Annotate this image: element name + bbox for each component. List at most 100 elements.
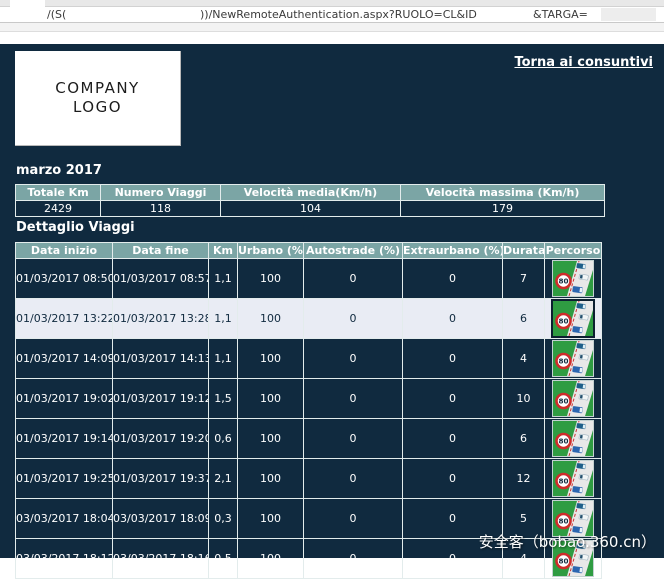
cell-percorso: 80 <box>545 259 602 299</box>
svg-text:80: 80 <box>558 317 568 326</box>
cell-data-fine: 03/03/2017 18:09 <box>113 499 209 539</box>
cell-data-fine: 01/03/2017 19:12 <box>113 379 209 419</box>
cell-urbano: 100 <box>238 299 304 339</box>
summary-value: 118 <box>101 201 221 217</box>
summary-value: 179 <box>401 201 605 217</box>
cell-data-inizio: 03/03/2017 18:04 <box>16 499 113 539</box>
cell-autostrade: 0 <box>304 459 403 499</box>
svg-text:80: 80 <box>558 357 568 366</box>
cell-autostrade: 0 <box>304 379 403 419</box>
logo-line-1: COMPANY <box>55 79 139 99</box>
route-map-icon[interactable]: 80 <box>552 380 594 417</box>
table-row: 01/03/2017 19:1401/03/2017 19:200,610000… <box>16 419 602 459</box>
cell-durata: 12 <box>503 459 545 499</box>
summary-value: 104 <box>221 201 401 217</box>
cell-km: 0,5 <box>209 539 238 579</box>
cell-data-inizio: 01/03/2017 14:09 <box>16 339 113 379</box>
summary-value: 2429 <box>16 201 101 217</box>
cell-urbano: 100 <box>238 339 304 379</box>
route-map-icon[interactable]: 80 <box>551 299 595 338</box>
browser-top-strip <box>0 0 664 7</box>
cell-extraurbano: 0 <box>403 379 503 419</box>
route-map-thumbnail: 80 <box>553 381 593 416</box>
route-map-thumbnail: 80 <box>553 301 593 336</box>
trips-column-header: Percorso <box>545 243 602 259</box>
browser-bottom-strip <box>0 32 664 42</box>
cell-durata: 6 <box>503 419 545 459</box>
route-map-thumbnail: 80 <box>553 261 593 296</box>
svg-text:80: 80 <box>558 517 568 526</box>
summary-column-header: Velocità massima (Km/h) <box>401 185 605 201</box>
logo-line-2: LOGO <box>73 98 122 118</box>
trips-column-header: Km <box>209 243 238 259</box>
cell-extraurbano: 0 <box>403 299 503 339</box>
cell-autostrade: 0 <box>304 419 403 459</box>
route-map-icon[interactable]: 80 <box>552 340 594 377</box>
address-bar[interactable]: /(S( ))/NewRemoteAuthentication.aspx?RUO… <box>0 7 664 23</box>
table-row: 01/03/2017 08:5001/03/2017 08:571,110000… <box>16 259 602 299</box>
summary-column-header: Totale Km <box>16 185 101 201</box>
browser-chrome: /(S( ))/NewRemoteAuthentication.aspx?RUO… <box>0 0 664 44</box>
watermark: 安全客（bobao.360.cn） <box>479 531 656 552</box>
route-map-icon[interactable]: 80 <box>552 460 594 497</box>
cell-extraurbano: 0 <box>403 419 503 459</box>
cell-data-inizio: 01/03/2017 13:22 <box>16 299 113 339</box>
browser-tab-remnant <box>10 0 45 7</box>
cell-autostrade: 0 <box>304 539 403 579</box>
cell-data-fine: 01/03/2017 19:37 <box>113 459 209 499</box>
url-redaction-box <box>601 8 656 21</box>
cell-percorso: 80 <box>545 339 602 379</box>
cell-extraurbano: 0 <box>403 259 503 299</box>
cell-data-fine: 03/03/2017 18:16 <box>113 539 209 579</box>
summary-header-row: Totale KmNumero ViaggiVelocità media(Km/… <box>16 185 605 201</box>
cell-autostrade: 0 <box>304 259 403 299</box>
trips-table: Data inizioData fineKmUrbano (%)Autostra… <box>15 242 602 579</box>
cell-durata: 10 <box>503 379 545 419</box>
cell-urbano: 100 <box>238 539 304 579</box>
route-map-thumbnail: 80 <box>553 341 593 376</box>
trips-column-header: Data inizio <box>16 243 113 259</box>
cell-data-inizio: 01/03/2017 08:50 <box>16 259 113 299</box>
cell-urbano: 100 <box>238 259 304 299</box>
cell-percorso: 80 <box>545 299 602 339</box>
table-row: 01/03/2017 19:0201/03/2017 19:121,510000… <box>16 379 602 419</box>
svg-text:80: 80 <box>558 397 568 406</box>
summary-value-row: 2429118104179 <box>16 201 605 217</box>
cell-percorso: 80 <box>545 419 602 459</box>
period-title: marzo 2017 <box>16 163 102 178</box>
summary-column-header: Numero Viaggi <box>101 185 221 201</box>
cell-urbano: 100 <box>238 459 304 499</box>
cell-autostrade: 0 <box>304 339 403 379</box>
report-page: COMPANY LOGO Torna ai consuntivi marzo 2… <box>0 44 664 558</box>
cell-data-inizio: 03/03/2017 18:12 <box>16 539 113 579</box>
back-to-reports-link[interactable]: Torna ai consuntivi <box>514 55 653 70</box>
cell-percorso: 80 <box>545 379 602 419</box>
cell-data-inizio: 01/03/2017 19:14 <box>16 419 113 459</box>
cell-urbano: 100 <box>238 419 304 459</box>
cell-durata: 7 <box>503 259 545 299</box>
cell-urbano: 100 <box>238 379 304 419</box>
summary-column-header: Velocità media(Km/h) <box>221 185 401 201</box>
cell-durata: 6 <box>503 299 545 339</box>
details-title: Dettaglio Viaggi <box>16 220 135 235</box>
company-logo: COMPANY LOGO <box>15 51 181 146</box>
cell-percorso: 80 <box>545 459 602 499</box>
table-row: 01/03/2017 13:2201/03/2017 13:281,110000… <box>16 299 602 339</box>
svg-text:80: 80 <box>558 437 568 446</box>
cell-km: 0,3 <box>209 499 238 539</box>
url-segment-3: &TARGA= <box>533 8 588 21</box>
cell-km: 1,1 <box>209 259 238 299</box>
browser-toolbar-strip <box>0 23 664 32</box>
route-map-thumbnail: 80 <box>553 421 593 456</box>
route-map-icon[interactable]: 80 <box>552 260 594 297</box>
cell-km: 0,6 <box>209 419 238 459</box>
cell-durata: 4 <box>503 339 545 379</box>
trips-column-header: Autostrade (%) <box>304 243 403 259</box>
route-map-icon[interactable]: 80 <box>552 420 594 457</box>
cell-urbano: 100 <box>238 499 304 539</box>
cell-data-inizio: 01/03/2017 19:02 <box>16 379 113 419</box>
cell-km: 1,5 <box>209 379 238 419</box>
trips-column-header: Urbano (%) <box>238 243 304 259</box>
table-row: 01/03/2017 14:0901/03/2017 14:131,110000… <box>16 339 602 379</box>
cell-data-inizio: 01/03/2017 19:25 <box>16 459 113 499</box>
